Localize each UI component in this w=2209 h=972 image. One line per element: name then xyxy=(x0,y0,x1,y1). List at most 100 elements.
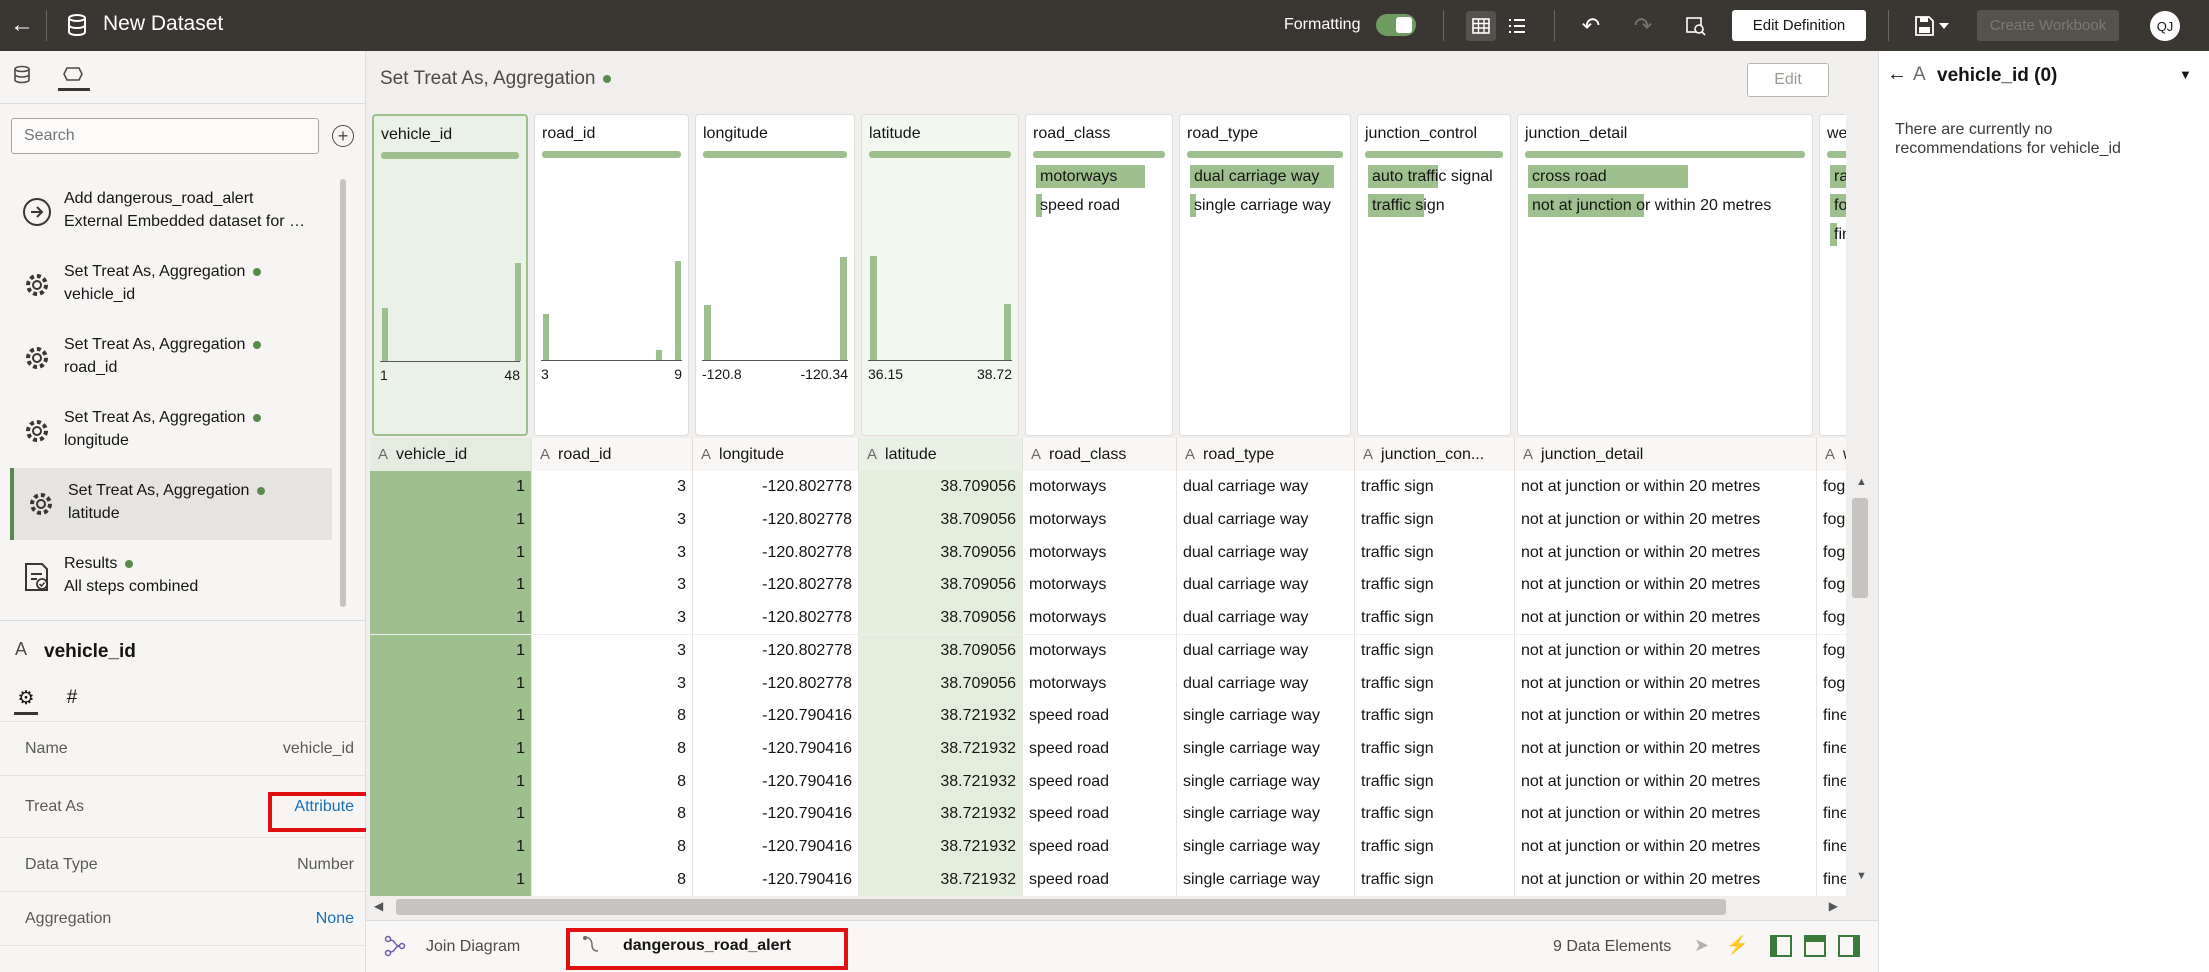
column-card-road_id[interactable]: road_id 3 9 xyxy=(534,114,689,436)
table-cell[interactable]: not at junction or within 20 metres xyxy=(1515,503,1817,537)
table-cell[interactable]: fog xyxy=(1817,667,1846,700)
table-cell[interactable]: not at junction or within 20 metres xyxy=(1515,863,1817,897)
table-cell[interactable]: 38.709056 xyxy=(859,601,1023,635)
data-panel-tab[interactable] xyxy=(12,65,42,89)
table-cell[interactable]: 38.721932 xyxy=(859,863,1023,897)
table-cell[interactable]: fine xyxy=(1817,798,1846,831)
table-cell[interactable]: 38.721932 xyxy=(859,765,1023,798)
table-cell[interactable]: -120.802778 xyxy=(693,601,859,635)
table-cell[interactable]: 3 xyxy=(532,667,693,700)
table-cell[interactable]: single carriage way xyxy=(1177,830,1355,864)
table-cell[interactable]: not at junction or within 20 metres xyxy=(1515,765,1817,798)
table-cell[interactable]: 8 xyxy=(532,732,693,766)
table-cell[interactable]: traffic sign xyxy=(1355,601,1515,635)
table-cell[interactable]: fine xyxy=(1817,765,1846,798)
table-cell[interactable]: 38.709056 xyxy=(859,569,1023,602)
table-cell[interactable]: traffic sign xyxy=(1355,798,1515,831)
table-cell[interactable]: single carriage way xyxy=(1177,863,1355,897)
column-header-junction_control[interactable]: Ajunction_con... xyxy=(1355,438,1515,471)
table-cell[interactable]: 1 xyxy=(370,732,532,766)
table-cell[interactable]: 1 xyxy=(370,503,532,537)
table-cell[interactable]: 1 xyxy=(370,798,532,831)
table-cell[interactable]: traffic sign xyxy=(1355,569,1515,602)
table-cell[interactable]: motorways xyxy=(1023,601,1177,635)
table-cell[interactable]: -120.790416 xyxy=(693,732,859,766)
table-cell[interactable]: fog xyxy=(1817,503,1846,537)
column-card-road_type[interactable]: road_type dual carriage way single carriag… xyxy=(1179,114,1351,436)
right-pane-toggle-icon[interactable] xyxy=(1838,935,1860,957)
table-cell[interactable]: 38.709056 xyxy=(859,667,1023,700)
grid-view-icon[interactable] xyxy=(1466,11,1496,41)
table-cell[interactable]: -120.790416 xyxy=(693,830,859,864)
table-cell[interactable]: -120.790416 xyxy=(693,699,859,733)
column-header-road_type[interactable]: Aroad_type xyxy=(1177,438,1355,471)
table-cell[interactable]: speed road xyxy=(1023,863,1177,897)
table-cell[interactable]: not at junction or within 20 metres xyxy=(1515,830,1817,864)
table-cell[interactable]: 8 xyxy=(532,798,693,831)
table-cell[interactable]: traffic sign xyxy=(1355,471,1515,504)
table-cell[interactable]: 3 xyxy=(532,569,693,602)
steps-panel-tab[interactable] xyxy=(58,63,90,91)
column-header-road_class[interactable]: Aroad_class xyxy=(1023,438,1177,471)
edit-definition-button[interactable]: Edit Definition xyxy=(1732,10,1866,41)
column-card-latitude[interactable]: latitude 36.15 38.72 xyxy=(861,114,1019,436)
horizontal-scrollbar[interactable]: ◀ ▶ xyxy=(370,896,1842,918)
search-input[interactable] xyxy=(11,118,319,154)
table-cell[interactable]: not at junction or within 20 metres xyxy=(1515,471,1817,504)
table-cell[interactable]: -120.802778 xyxy=(693,569,859,602)
table-cell[interactable]: single carriage way xyxy=(1177,699,1355,733)
table-cell[interactable]: dual carriage way xyxy=(1177,667,1355,700)
table-cell[interactable]: fine xyxy=(1817,732,1846,766)
table-cell[interactable]: traffic sign xyxy=(1355,732,1515,766)
column-header-road_id[interactable]: Aroad_id xyxy=(532,438,693,471)
table-cell[interactable]: -120.802778 xyxy=(693,536,859,570)
step-vehicle-id[interactable]: Set Treat As, Aggregation vehicle_id xyxy=(10,249,332,321)
table-cell[interactable]: not at junction or within 20 metres xyxy=(1515,569,1817,602)
table-cell[interactable]: 1 xyxy=(370,634,532,668)
table-cell[interactable]: not at junction or within 20 metres xyxy=(1515,536,1817,570)
table-cell[interactable]: fog xyxy=(1817,471,1846,504)
table-cell[interactable]: -120.790416 xyxy=(693,863,859,897)
column-card-junction_control[interactable]: junction_control auto traffic signal traff… xyxy=(1357,114,1511,436)
table-cell[interactable]: not at junction or within 20 metres xyxy=(1515,798,1817,831)
gear-icon[interactable]: ⚙ xyxy=(14,687,38,715)
table-cell[interactable]: fog xyxy=(1817,634,1846,668)
table-cell[interactable]: speed road xyxy=(1023,765,1177,798)
table-cell[interactable]: single carriage way xyxy=(1177,765,1355,798)
save-icon[interactable] xyxy=(1910,11,1956,41)
table-cell[interactable]: 1 xyxy=(370,830,532,864)
top-pane-toggle-icon[interactable] xyxy=(1804,935,1826,957)
table-cell[interactable]: 1 xyxy=(370,667,532,700)
table-cell[interactable]: dual carriage way xyxy=(1177,569,1355,602)
table-cell[interactable]: traffic sign xyxy=(1355,765,1515,798)
table-cell[interactable]: motorways xyxy=(1023,536,1177,570)
table-cell[interactable]: 1 xyxy=(370,863,532,897)
table-cell[interactable]: -120.802778 xyxy=(693,667,859,700)
back-arrow-icon[interactable]: ← xyxy=(8,10,36,40)
table-cell[interactable]: -120.802778 xyxy=(693,503,859,537)
table-cell[interactable]: fine xyxy=(1817,699,1846,733)
table-cell[interactable]: motorways xyxy=(1023,471,1177,504)
table-cell[interactable]: 1 xyxy=(370,601,532,635)
column-card-longitude[interactable]: longitude -120.8 -120.34 xyxy=(695,114,855,436)
table-cell[interactable]: fog xyxy=(1817,569,1846,602)
table-cell[interactable]: dual carriage way xyxy=(1177,536,1355,570)
step-longitude[interactable]: Set Treat As, Aggregation longitude xyxy=(10,395,332,467)
column-header-latitude[interactable]: Alatitude xyxy=(859,438,1023,471)
table-cell[interactable]: 3 xyxy=(532,503,693,537)
table-cell[interactable]: motorways xyxy=(1023,503,1177,537)
table-cell[interactable]: 3 xyxy=(532,536,693,570)
column-header-wea[interactable]: Aw xyxy=(1817,438,1846,471)
table-cell[interactable]: not at junction or within 20 metres xyxy=(1515,601,1817,635)
table-cell[interactable]: not at junction or within 20 metres xyxy=(1515,699,1817,733)
column-card-vehicle_id[interactable]: vehicle_id 1 48 xyxy=(372,114,528,436)
table-cell[interactable]: -120.790416 xyxy=(693,798,859,831)
preview-icon[interactable] xyxy=(1681,11,1711,41)
table-cell[interactable]: 8 xyxy=(532,830,693,864)
table-cell[interactable]: fog xyxy=(1817,601,1846,635)
steps-scrollbar[interactable] xyxy=(340,179,346,607)
aggregation-link[interactable]: None xyxy=(316,910,354,928)
table-cell[interactable]: -120.802778 xyxy=(693,471,859,504)
table-cell[interactable]: not at junction or within 20 metres xyxy=(1515,667,1817,700)
step-latitude-selected[interactable]: Set Treat As, Aggregation latitude xyxy=(10,468,332,540)
